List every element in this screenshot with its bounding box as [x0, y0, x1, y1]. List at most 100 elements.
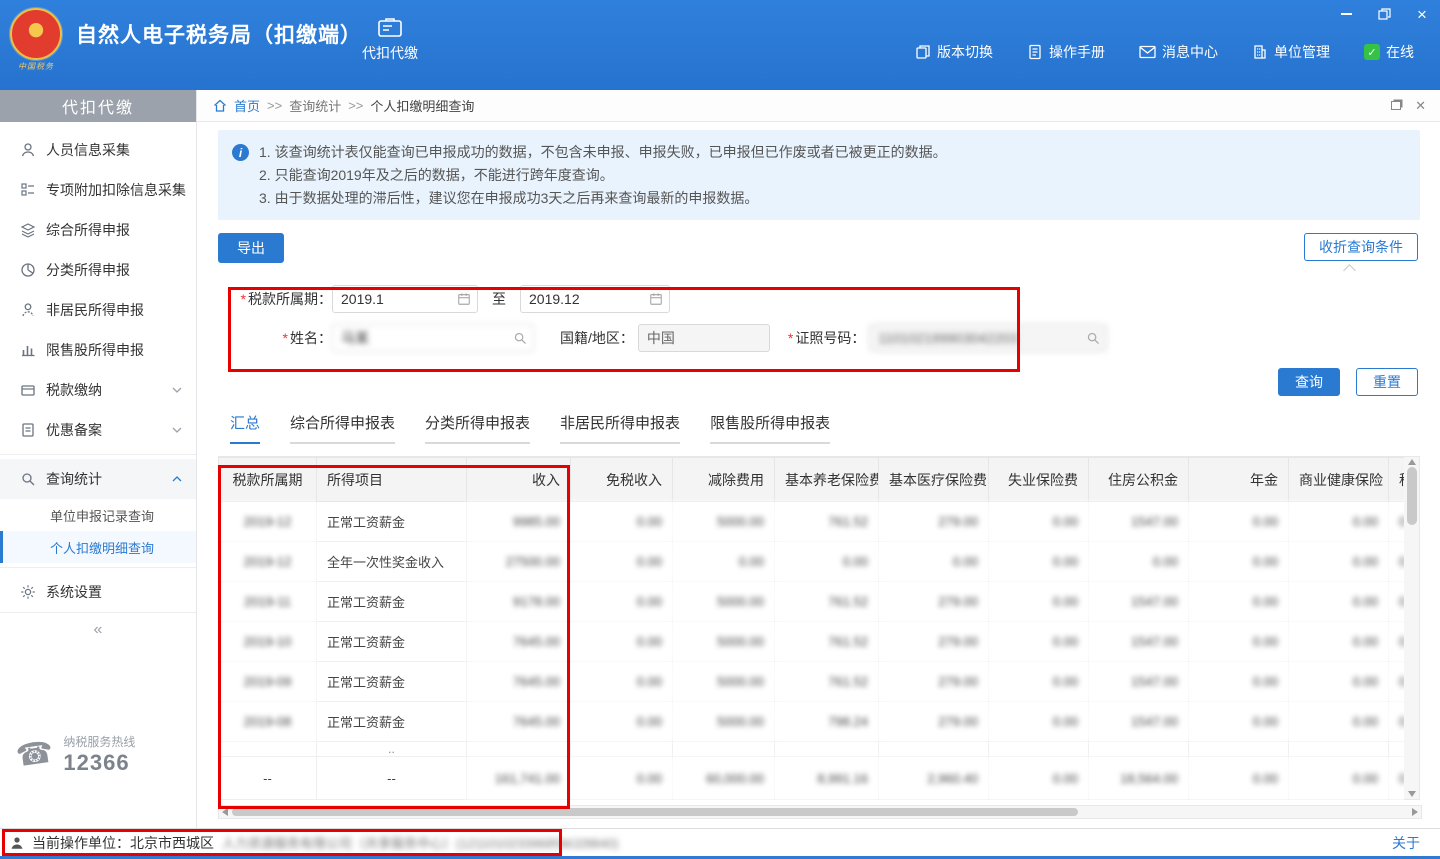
- restore-button[interactable]: [1374, 5, 1394, 23]
- table-cell: [1389, 742, 1405, 757]
- table-cell: 761.52: [775, 502, 879, 542]
- operating-unit-text: 当前操作单位：北京市西城区: [32, 833, 214, 853]
- chevron-down-icon: [172, 387, 182, 393]
- panel-close-icon[interactable]: ✕: [1415, 98, 1426, 114]
- sidebar-divider: [0, 454, 196, 455]
- close-button[interactable]: ×: [1412, 5, 1432, 23]
- topbar: 中国税务 自然人电子税务局（扣缴端） 代扣代缴 版本切换 操作手册 消息中心 单…: [0, 0, 1440, 90]
- table-cell: 27500.00: [467, 542, 571, 582]
- vertical-scrollbar[interactable]: [1404, 456, 1420, 800]
- scroll-left-arrow[interactable]: [222, 808, 228, 816]
- notice-line: 2. 只能查询2019年及之后的数据，不能进行跨年度查询。: [259, 164, 947, 187]
- org-management-link[interactable]: 单位管理: [1252, 42, 1330, 62]
- horizontal-scroll-thumb[interactable]: [232, 808, 1078, 816]
- nationality-label: 国籍/地区：: [560, 328, 634, 348]
- cert-input[interactable]: [869, 324, 1107, 352]
- tab-restricted-shares[interactable]: 限售股所得申报表: [710, 412, 830, 444]
- module-tab-label: 代扣代缴: [348, 43, 432, 63]
- table-cell: 0.00: [1289, 702, 1389, 742]
- tab-withholding-module[interactable]: 代扣代缴: [348, 16, 432, 63]
- column-header: 基本医疗保险费: [879, 458, 989, 502]
- table-cell: 0.00: [1389, 622, 1405, 662]
- table-cell: 0.00: [989, 662, 1089, 702]
- query-button[interactable]: 查询: [1278, 368, 1340, 396]
- table-cell: 0.00: [1389, 702, 1405, 742]
- message-center-link[interactable]: 消息中心: [1139, 42, 1218, 62]
- sidebar-subitem-personal-withholding-detail[interactable]: 个人扣缴明细查询: [0, 531, 196, 563]
- scroll-up-arrow[interactable]: [1408, 459, 1416, 465]
- sidebar-item-nonresident-income[interactable]: 非居民所得申报: [0, 290, 196, 330]
- manual-link[interactable]: 操作手册: [1027, 42, 1105, 62]
- export-button[interactable]: 导出: [218, 233, 284, 263]
- calendar-icon[interactable]: [457, 292, 471, 306]
- reset-button[interactable]: 重置: [1356, 368, 1418, 396]
- vertical-scroll-thumb[interactable]: [1407, 467, 1417, 525]
- column-header: 住房公积金: [1089, 458, 1189, 502]
- table-cell: 0.00: [571, 757, 673, 800]
- search-icon[interactable]: [1086, 331, 1100, 345]
- table-row: 2019-12全年一次性奖金收入27500.000.000.000.000.00…: [219, 542, 1405, 582]
- online-status[interactable]: ✓ 在线: [1364, 42, 1414, 62]
- org-management-label: 单位管理: [1274, 42, 1330, 62]
- table-cell: 0.00: [673, 542, 775, 582]
- version-switch-link[interactable]: 版本切换: [915, 42, 993, 62]
- table-cell: 2019-09: [219, 662, 317, 702]
- message-center-label: 消息中心: [1162, 42, 1218, 62]
- about-link[interactable]: 关于: [1392, 833, 1420, 853]
- table-cell: 5000.00: [673, 662, 775, 702]
- column-header: 收入: [467, 458, 571, 502]
- toolbar: 导出 收折查询条件: [218, 233, 1420, 263]
- topbar-links: 版本切换 操作手册 消息中心 单位管理 ✓ 在线: [915, 42, 1414, 62]
- calendar-icon[interactable]: [649, 292, 663, 306]
- breadcrumb-level1[interactable]: 查询统计: [289, 96, 341, 115]
- main-content: 首页 >> 查询统计 >> 个人扣缴明细查询 ✕ i 1. 该查询统计表仅能查询…: [197, 90, 1440, 828]
- tab-summary[interactable]: 汇总: [230, 412, 260, 444]
- nationality-input[interactable]: [638, 324, 770, 352]
- sidebar-item-restricted-shares[interactable]: 限售股所得申报: [0, 330, 196, 370]
- tab-comprehensive[interactable]: 综合所得申报表: [290, 412, 395, 444]
- minimize-button[interactable]: [1336, 5, 1356, 23]
- sidebar-subitem-unit-declare-records[interactable]: 单位申报记录查询: [0, 499, 196, 531]
- export-label: 导出: [237, 238, 265, 258]
- period-end-input[interactable]: [520, 285, 670, 313]
- sidebar-item-preferential-filing[interactable]: 优惠备案: [0, 410, 196, 450]
- table-cell: 0.00: [1289, 757, 1389, 800]
- horizontal-scrollbar[interactable]: [218, 805, 1422, 819]
- column-header: 税: [1389, 458, 1405, 502]
- table-cell: 0.00: [989, 502, 1089, 542]
- info-icon: i: [232, 144, 249, 161]
- sidebar-item-classified-income[interactable]: 分类所得申报: [0, 250, 196, 290]
- panel-restore-icon[interactable]: [1391, 101, 1401, 110]
- sidebar-item-system-settings[interactable]: 系统设置: [0, 572, 196, 612]
- search-icon[interactable]: [513, 331, 527, 345]
- table-cell: 全年一次性奖金收入: [317, 542, 467, 582]
- table-cell: 正常工资薪金: [317, 502, 467, 542]
- column-header: 税款所属期: [219, 458, 317, 502]
- tab-classified[interactable]: 分类所得申报表: [425, 412, 530, 444]
- table-cell: 0.00: [571, 702, 673, 742]
- table-cell: 1547.00: [1089, 702, 1189, 742]
- table-cell: 5000.00: [673, 702, 775, 742]
- breadcrumb-home[interactable]: 首页: [234, 96, 260, 115]
- tab-nonresident[interactable]: 非居民所得申报表: [560, 412, 680, 444]
- table-cell: 798.24: [775, 702, 879, 742]
- operating-unit-blurred: 人力资源服务有限公司（共享服务中心）(12110102339685MJ28840…: [222, 833, 618, 852]
- sidebar-collapse-button[interactable]: «: [0, 612, 196, 646]
- scroll-down-arrow[interactable]: [1408, 791, 1416, 797]
- sidebar-item-query-statistics[interactable]: 查询统计: [0, 459, 196, 499]
- checklist-icon: [20, 182, 36, 198]
- home-icon: [213, 99, 227, 112]
- sidebar-item-personnel-info[interactable]: 人员信息采集: [0, 130, 196, 170]
- sidebar-item-tax-payment[interactable]: 税款缴纳: [0, 370, 196, 410]
- chevron-down-icon: [172, 427, 182, 433]
- sidebar-nav: 人员信息采集 专项附加扣除信息采集 综合所得申报 分类所得申报 非居民所得申报 …: [0, 122, 196, 646]
- scroll-right-arrow[interactable]: [1412, 808, 1418, 816]
- sidebar-item-comprehensive-income[interactable]: 综合所得申报: [0, 210, 196, 250]
- table-cell: 2019-10: [219, 622, 317, 662]
- collapse-filters-button[interactable]: 收折查询条件: [1304, 233, 1418, 261]
- person-icon: [10, 836, 24, 850]
- breadcrumb-separator: >>: [348, 98, 363, 113]
- sidebar-item-special-deduction[interactable]: 专项附加扣除信息采集: [0, 170, 196, 210]
- name-input[interactable]: [332, 324, 534, 352]
- sidebar-item-label: 税款缴纳: [46, 380, 102, 400]
